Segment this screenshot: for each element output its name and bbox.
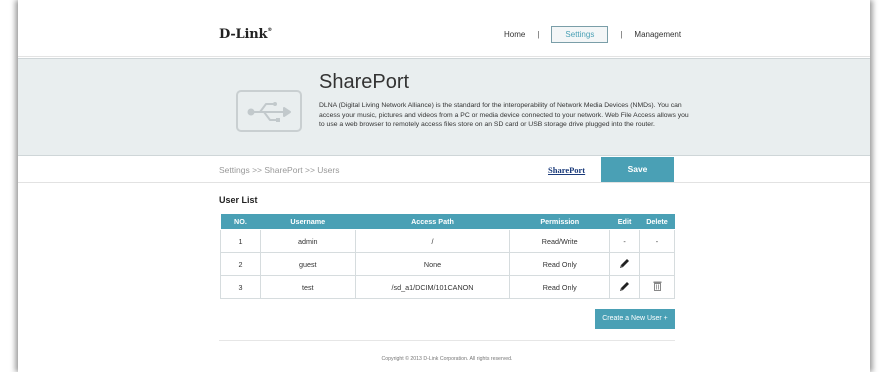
table-header-row: NO. Username Access Path Permission Edit… xyxy=(220,213,675,230)
usb-icon xyxy=(236,90,302,132)
cell-delete xyxy=(639,275,675,299)
cell-no: 3 xyxy=(220,275,261,299)
cell-no: 2 xyxy=(220,252,261,276)
page-banner: SharePort DLNA (Digital Living Network A… xyxy=(18,58,870,156)
column-header: NO. xyxy=(220,213,261,230)
table-row: 2 guest None Read Only xyxy=(220,252,675,276)
cell-permission: Read/Write xyxy=(509,229,611,253)
shareport-link[interactable]: SharePort xyxy=(548,165,585,175)
nav-management[interactable]: Management xyxy=(634,27,681,42)
cell-delete: - xyxy=(639,229,675,253)
page-description: DLNA (Digital Living Network Alliance) i… xyxy=(319,102,689,128)
table-row: 1 admin / Read/Write - - xyxy=(220,229,675,253)
nav-separator: | xyxy=(620,30,623,39)
footer-divider xyxy=(219,340,675,341)
cell-edit: - xyxy=(609,229,641,253)
cell-permission: Read Only xyxy=(509,252,611,276)
cell-username: admin xyxy=(259,229,356,253)
column-header: Edit xyxy=(609,213,640,230)
breadcrumb-bar: Settings >> SharePort >> Users SharePort… xyxy=(18,157,870,183)
cell-access-path: None xyxy=(354,252,511,276)
main-nav: Home | Settings | Management xyxy=(504,26,681,43)
column-header: Access Path xyxy=(355,213,510,230)
column-header: Delete xyxy=(639,213,675,230)
cell-username: guest xyxy=(259,252,356,276)
cell-access-path: / xyxy=(354,229,511,253)
column-header: Permission xyxy=(509,213,610,230)
nav-settings[interactable]: Settings xyxy=(551,26,609,43)
page-title: SharePort xyxy=(319,71,410,93)
section-title: User List xyxy=(219,195,258,205)
user-list-table: NO. Username Access Path Permission Edit… xyxy=(220,213,675,299)
pencil-icon[interactable] xyxy=(619,281,630,294)
create-user-button[interactable]: Create a New User + xyxy=(595,309,675,329)
cell-access-path: /sd_a1/DCIM/101CANON xyxy=(354,275,511,299)
top-navigation: D-Link® Home | Settings | Management xyxy=(18,0,870,57)
router-window: D-Link® Home | Settings | Management Sha… xyxy=(18,0,870,372)
dlink-logo: D-Link® xyxy=(219,27,273,42)
table-row: 3 test /sd_a1/DCIM/101CANON Read Only xyxy=(220,275,675,299)
nav-home[interactable]: Home xyxy=(504,27,525,42)
copyright-text: Copyright © 2013 D-Link Corporation. All… xyxy=(381,356,513,362)
cell-delete xyxy=(639,252,675,276)
cell-permission: Read Only xyxy=(509,275,611,299)
trash-icon[interactable] xyxy=(653,281,662,293)
breadcrumb: Settings >> SharePort >> Users xyxy=(219,165,340,175)
cell-edit xyxy=(609,275,641,299)
cell-edit xyxy=(609,252,641,276)
nav-separator: | xyxy=(537,30,540,39)
cell-username: test xyxy=(259,275,356,299)
cell-no: 1 xyxy=(220,229,261,253)
column-header: Username xyxy=(260,213,356,230)
save-button[interactable]: Save xyxy=(601,157,674,182)
pencil-icon[interactable] xyxy=(619,258,630,271)
